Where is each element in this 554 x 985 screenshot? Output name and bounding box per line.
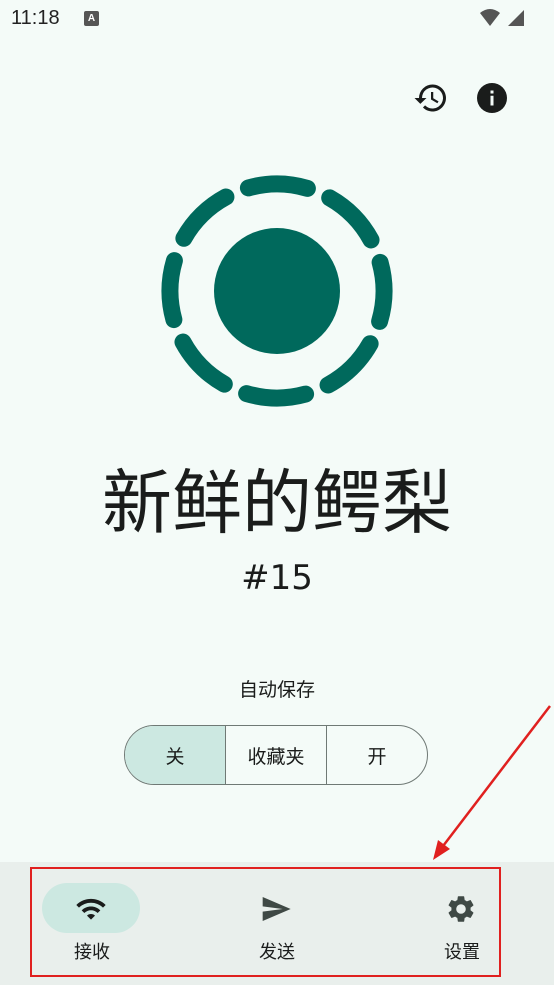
wifi-signal-icon xyxy=(480,9,500,26)
autosave-label: 自动保存 xyxy=(238,679,315,701)
info-button[interactable] xyxy=(474,80,510,116)
autosave-segmented-control: 关 收藏夹 开 xyxy=(124,725,428,785)
autosave-option-off[interactable]: 关 xyxy=(125,726,226,784)
nav-item-send[interactable]: 发送 xyxy=(217,862,337,985)
logo-ring-segment xyxy=(371,253,393,330)
autosave-option-on[interactable]: 开 xyxy=(327,726,427,784)
device-logo xyxy=(161,175,393,407)
logo-ring-segment xyxy=(321,189,380,249)
cell-signal-icon xyxy=(508,10,524,26)
logo-ring-segment xyxy=(238,385,315,407)
history-icon xyxy=(414,84,446,112)
send-icon xyxy=(262,897,291,921)
nav-label-receive: 接收 xyxy=(74,942,110,963)
logo-ring-segment xyxy=(161,252,183,329)
nav-label-send: 发送 xyxy=(259,942,295,963)
logo-center-dot xyxy=(214,228,340,354)
nav-label-settings: 设置 xyxy=(444,942,480,963)
device-number: #15 xyxy=(241,558,313,598)
info-icon xyxy=(477,83,507,113)
logo-ring-segment xyxy=(174,333,233,393)
bottom-navigation: 接收 发送 设置 xyxy=(0,862,554,985)
wifi-icon xyxy=(76,898,106,920)
notification-icon: A xyxy=(84,11,99,26)
nav-item-settings[interactable]: 设置 xyxy=(402,862,522,985)
autosave-option-favorites[interactable]: 收藏夹 xyxy=(226,726,327,784)
status-bar: 11:18 A xyxy=(0,0,554,38)
status-icons xyxy=(480,9,524,26)
device-name: 新鲜的鳄梨 xyxy=(102,462,452,544)
nav-item-receive[interactable]: 接收 xyxy=(32,862,152,985)
logo-ring-segment xyxy=(239,175,316,197)
logo-ring-segment xyxy=(319,335,379,394)
logo-ring-segment xyxy=(175,188,235,247)
history-button[interactable] xyxy=(413,80,449,116)
gear-icon xyxy=(448,896,474,922)
status-time: 11:18 xyxy=(11,7,60,29)
